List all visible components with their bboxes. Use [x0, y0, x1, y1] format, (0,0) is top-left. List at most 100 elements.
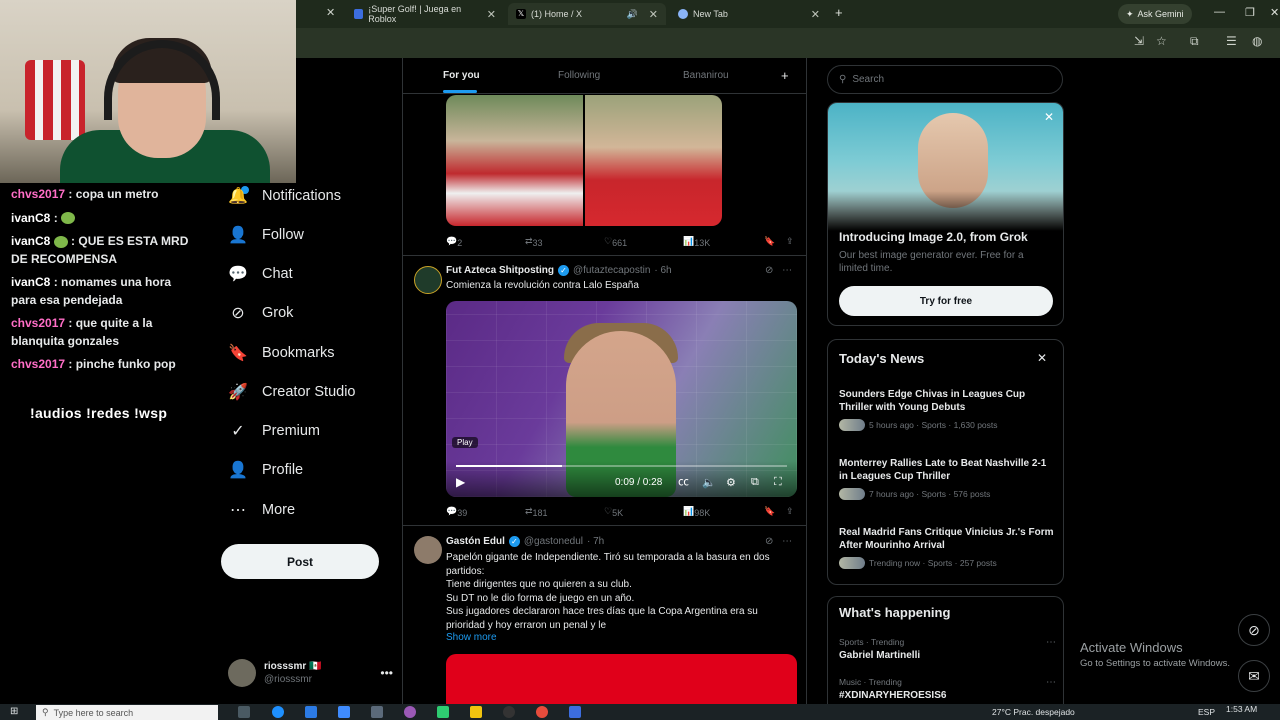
settings-icon[interactable]: ⚙: [726, 476, 736, 489]
app-icon[interactable]: [371, 706, 383, 718]
nav-notifications[interactable]: 🔔 Notifications: [228, 182, 341, 210]
system-clock[interactable]: 1:53 AM: [1226, 704, 1257, 714]
play-icon[interactable]: ▶: [456, 475, 465, 489]
grok-icon[interactable]: ⊘: [765, 536, 773, 547]
new-tab-button[interactable]: +: [835, 5, 843, 20]
close-icon[interactable]: ✕: [1037, 351, 1047, 365]
tab-new-tab[interactable]: New Tab ✕: [670, 3, 828, 25]
nav-bookmarks[interactable]: 🔖 Bookmarks: [228, 339, 335, 367]
retweet-button[interactable]: ⇄ 33: [525, 236, 543, 248]
like-button[interactable]: ♡ 5K: [604, 506, 623, 518]
close-icon[interactable]: ✕: [811, 8, 820, 21]
tab-roblox[interactable]: ¡Super Golf! | Juega en Roblox ✕: [346, 3, 504, 25]
obs-icon[interactable]: [503, 706, 515, 718]
speaker-icon[interactable]: 🔊: [627, 9, 638, 20]
tab-following[interactable]: Following: [558, 70, 600, 81]
tab-bananirou[interactable]: Bananirou: [683, 70, 729, 81]
post-button[interactable]: Post: [221, 544, 379, 579]
account-name: riosssmr 🇲🇽: [264, 661, 322, 672]
author-name[interactable]: Fut Azteca Shitposting: [446, 265, 554, 276]
tab-for-you[interactable]: For you: [443, 70, 480, 81]
trend-item[interactable]: Music · Trending #XDINARYHEROESIS6 ⋯: [839, 677, 1056, 701]
input-language[interactable]: ESP: [1198, 707, 1215, 717]
avatar[interactable]: [414, 266, 442, 294]
file-explorer-icon[interactable]: [470, 706, 482, 718]
close-icon[interactable]: ✕: [487, 8, 496, 21]
edge-icon[interactable]: [272, 706, 284, 718]
tab-x-home[interactable]: 𝕏 (1) Home / X 🔊 ✕: [508, 3, 666, 25]
store-icon[interactable]: [338, 706, 350, 718]
try-for-free-button[interactable]: Try for free: [839, 286, 1053, 316]
bookmark-icon[interactable]: 🔖: [764, 236, 775, 247]
video-progress-bar[interactable]: [456, 465, 787, 467]
trend-item[interactable]: Sports · Trending Gabriel Martinelli ⋯: [839, 637, 1056, 661]
author-handle[interactable]: @futaztecapostin: [573, 265, 650, 276]
tweet-media-image[interactable]: [446, 95, 722, 226]
grok-icon[interactable]: ⊘: [765, 265, 773, 276]
search-input[interactable]: ⚲ Search: [827, 65, 1063, 94]
tab-search-icon[interactable]: ☰: [1226, 34, 1237, 48]
avatar[interactable]: [414, 536, 442, 564]
bookmark-star-icon[interactable]: ☆: [1156, 34, 1167, 48]
timestamp[interactable]: · 7h: [587, 536, 604, 547]
messages-fab-icon[interactable]: ✉: [1238, 660, 1270, 692]
close-icon[interactable]: ✕: [326, 6, 335, 19]
nav-more[interactable]: ⋯ More: [228, 496, 295, 524]
retweet-button[interactable]: ⇄ 181: [525, 506, 548, 518]
nav-grok[interactable]: ⊘ Grok: [228, 299, 293, 327]
fullscreen-icon[interactable]: ⛶: [774, 476, 782, 489]
app-icon[interactable]: [404, 706, 416, 718]
ask-gemini-button[interactable]: ✦ Ask Gemini: [1118, 4, 1192, 24]
weather-status[interactable]: 27°C Prac. despejado: [992, 707, 1075, 717]
reply-button[interactable]: 💬 39: [446, 506, 467, 518]
maximize-icon[interactable]: ❐: [1245, 6, 1255, 19]
share-icon[interactable]: ⇪: [786, 236, 794, 247]
windows-start-icon[interactable]: ⊞: [10, 706, 18, 717]
share-icon[interactable]: ⇪: [786, 506, 794, 517]
tweet-actions: 💬 2 ⇄ 33 ♡ 661 📊 13K 🔖 ⇪: [446, 234, 798, 250]
close-icon[interactable]: ✕: [649, 8, 658, 21]
more-icon[interactable]: ⋯: [782, 536, 792, 547]
task-view-icon[interactable]: [238, 706, 250, 718]
tweet-video[interactable]: Play ▶ 0:09 / 0:28 ㏄ 🔈 ⚙ ⧉ ⛶: [446, 301, 797, 497]
timestamp[interactable]: · 6h: [654, 265, 671, 276]
add-tab-button[interactable]: +: [781, 68, 789, 83]
taskbar-search-input[interactable]: ⚲ Type here to search: [36, 705, 218, 720]
profile-icon[interactable]: ◍: [1252, 34, 1262, 48]
outlook-icon[interactable]: [305, 706, 317, 718]
extensions-icon[interactable]: ⧉: [1190, 34, 1199, 49]
close-icon[interactable]: ✕: [1044, 110, 1054, 124]
nav-chat[interactable]: 💬 Chat: [228, 260, 293, 288]
author-handle[interactable]: @gastonedul: [524, 536, 583, 547]
chrome-icon[interactable]: [536, 706, 548, 718]
reply-button[interactable]: 💬 2: [446, 236, 462, 248]
roblox-icon[interactable]: [569, 706, 581, 718]
news-item[interactable]: Real Madrid Fans Critique Vinicius Jr.'s…: [839, 526, 1054, 569]
nav-follow[interactable]: 👤 Follow: [228, 221, 304, 249]
more-icon[interactable]: ⋯: [1046, 637, 1056, 648]
show-more-link[interactable]: Show more: [446, 632, 497, 643]
views-stat[interactable]: 📊 98K: [683, 506, 710, 518]
pip-icon[interactable]: ⧉: [751, 476, 759, 489]
bookmark-icon[interactable]: 🔖: [764, 506, 775, 517]
captions-icon[interactable]: ㏄: [678, 473, 689, 489]
author-name[interactable]: Gastón Edul: [446, 536, 505, 547]
volume-icon[interactable]: 🔈: [702, 476, 716, 489]
minimize-icon[interactable]: —: [1214, 6, 1225, 18]
grok-fab-icon[interactable]: ⊘: [1238, 614, 1270, 646]
nav-premium[interactable]: ✓ Premium: [228, 417, 320, 445]
news-item[interactable]: Monterrey Rallies Late to Beat Nashville…: [839, 457, 1054, 500]
news-item[interactable]: Sounders Edge Chivas in Leagues Cup Thri…: [839, 388, 1054, 431]
more-icon[interactable]: ⋯: [782, 265, 792, 276]
more-icon[interactable]: ⋯: [1046, 677, 1056, 688]
like-button[interactable]: ♡ 661: [604, 236, 627, 248]
views-stat[interactable]: 📊 13K: [683, 236, 710, 248]
account-switcher[interactable]: riosssmr 🇲🇽 @riosssmr •••: [228, 658, 393, 688]
nav-creator-studio[interactable]: 🚀 Creator Studio: [228, 378, 355, 406]
install-app-icon[interactable]: ⇲: [1134, 34, 1144, 48]
app-icon[interactable]: [437, 706, 449, 718]
nav-profile[interactable]: 👤 Profile: [228, 456, 303, 484]
window-close-icon[interactable]: ✕: [1270, 6, 1279, 19]
account-menu-icon[interactable]: •••: [380, 666, 393, 680]
promo-description: Our best image generator ever. Free for …: [839, 250, 1024, 274]
